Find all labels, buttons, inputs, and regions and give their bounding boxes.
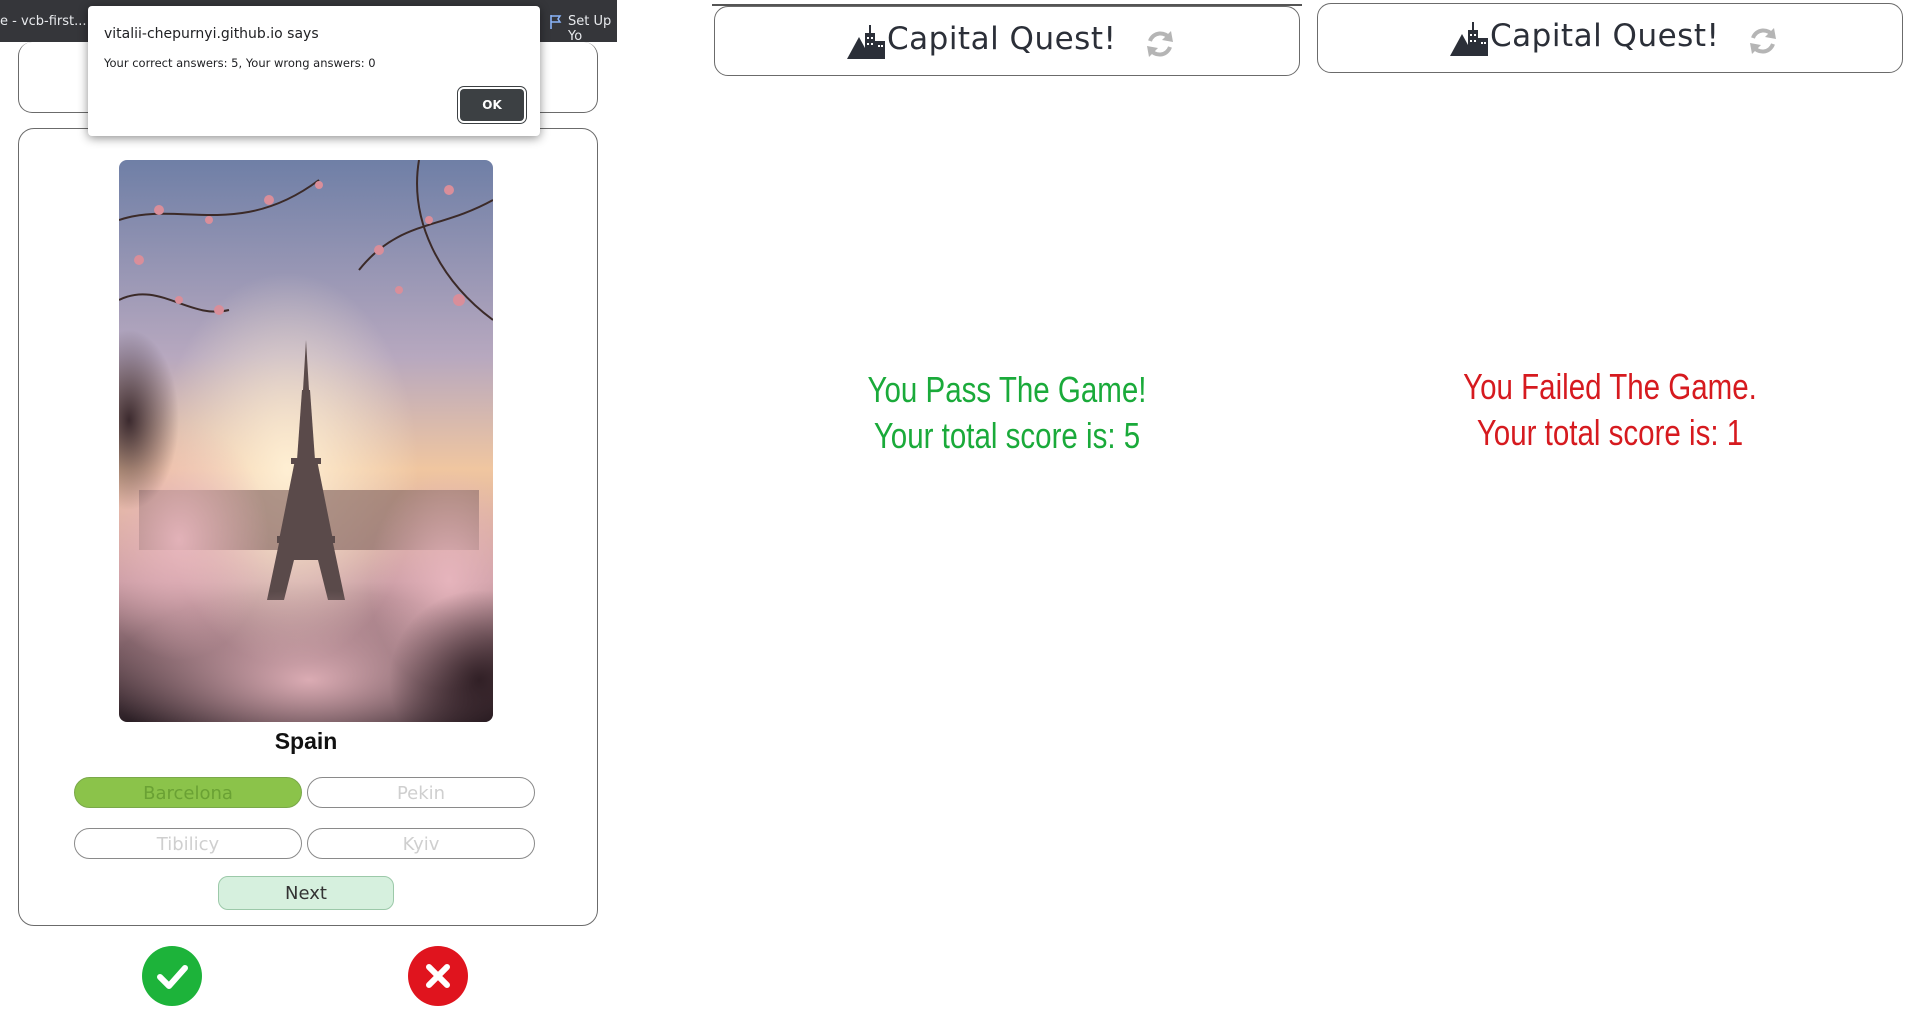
close-icon bbox=[408, 946, 468, 1006]
fail-result-text: You Failed The Game. Your total score is… bbox=[1370, 364, 1851, 456]
checkmark-icon bbox=[142, 946, 202, 1006]
alert-message: Your correct answers: 5, Your wrong answ… bbox=[104, 56, 376, 70]
ok-button[interactable]: OK bbox=[460, 89, 524, 121]
total-score: Your total score is: 5 bbox=[873, 415, 1141, 456]
app-title: Capital Quest! bbox=[1490, 18, 1720, 54]
answer-option-selected[interactable]: Barcelona bbox=[74, 777, 302, 808]
answer-option[interactable]: Pekin bbox=[307, 777, 535, 808]
alert-dialog: vitalii-chepurnyi.github.io says Your co… bbox=[88, 6, 540, 136]
total-score: Your total score is: 1 bbox=[1476, 412, 1744, 453]
alert-title: vitalii-chepurnyi.github.io says bbox=[104, 26, 319, 42]
flag-icon bbox=[550, 15, 562, 29]
answer-option[interactable]: Kyiv bbox=[307, 828, 535, 859]
next-button[interactable]: Next bbox=[218, 876, 394, 910]
browser-tab[interactable]: Set Up Yo bbox=[568, 14, 617, 44]
country-photo bbox=[119, 160, 493, 722]
header-card: Capital Quest! bbox=[714, 6, 1300, 76]
reload-icon[interactable] bbox=[1746, 24, 1780, 58]
browser-tab[interactable]: e - vcb-first... bbox=[0, 14, 87, 29]
pass-result-text: You Pass The Game! Your total score is: … bbox=[767, 367, 1248, 459]
reload-icon[interactable] bbox=[1143, 27, 1177, 61]
header-card: Capital Quest! bbox=[1317, 3, 1903, 73]
app-title: Capital Quest! bbox=[887, 21, 1117, 57]
result-message: You Failed The Game. bbox=[1463, 366, 1757, 407]
mountain-city-icon bbox=[1450, 22, 1488, 56]
answer-option[interactable]: Tibilicy bbox=[74, 828, 302, 859]
mountain-city-icon bbox=[847, 25, 885, 59]
result-message: You Pass The Game! bbox=[867, 369, 1147, 410]
country-name: Spain bbox=[274, 728, 338, 754]
eiffel-tower-image bbox=[119, 160, 493, 722]
